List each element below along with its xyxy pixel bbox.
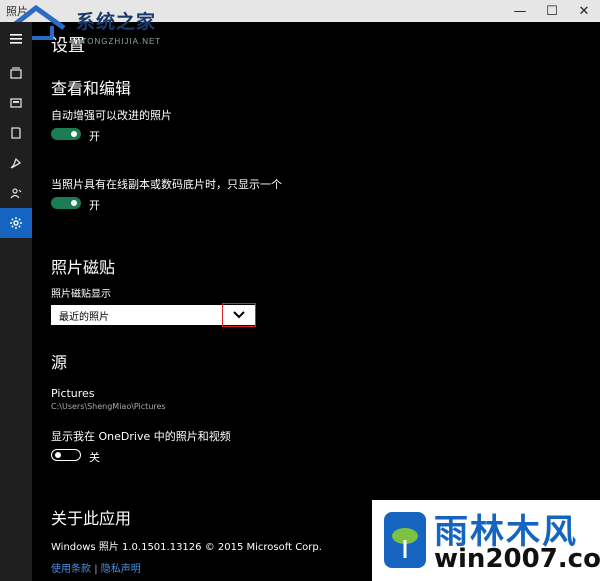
dropdown-button[interactable] (222, 303, 256, 327)
nav-albums[interactable] (0, 88, 32, 118)
watermark-logo-sub: XITONGZHIJIA.NET (72, 37, 162, 46)
nav-settings[interactable] (0, 208, 32, 238)
navigation-rail (0, 22, 32, 581)
tile-display-select[interactable]: 最近的照片 (51, 303, 256, 327)
leaf-logo-icon (384, 512, 426, 568)
version-text: Windows 照片 1.0.1501.13126 © 2015 Microso… (51, 542, 322, 553)
nav-tags[interactable] (0, 148, 32, 178)
source-folder-path: C:\Users\ShengMiao\Pictures (51, 402, 166, 411)
chevron-down-icon (233, 311, 245, 319)
view-edit-heading: 查看和编辑 (51, 79, 132, 98)
onedrive-state: 关 (89, 451, 100, 464)
toggle-knob (55, 452, 61, 458)
maximize-button[interactable]: ☐ (536, 0, 568, 22)
about-links: 使用条款 | 隐私声明 (51, 560, 141, 575)
source-folder-name[interactable]: Pictures (51, 387, 95, 400)
auto-enhance-label: 自动增强可以改进的照片 (51, 109, 172, 122)
tile-heading: 照片磁贴 (51, 258, 116, 277)
page-title: 设置 (51, 36, 85, 56)
auto-enhance-state: 开 (89, 130, 100, 143)
auto-enhance-toggle[interactable] (51, 128, 81, 140)
about-heading: 关于此应用 (51, 509, 132, 528)
nav-collection[interactable] (0, 58, 32, 88)
onedrive-toggle[interactable] (51, 449, 81, 461)
sources-heading: 源 (51, 353, 68, 372)
nav-people[interactable] (0, 178, 32, 208)
menu-button[interactable] (0, 24, 32, 54)
watermark-badge: 雨林木风 win2007.com (372, 500, 600, 581)
linked-dupes-state: 开 (89, 199, 100, 212)
linked-dupes-toggle[interactable] (51, 197, 81, 209)
terms-link[interactable]: 使用条款 (51, 564, 91, 575)
people-icon (10, 188, 22, 199)
tile-display-label: 照片磁贴显示 (51, 289, 111, 300)
folder-icon (11, 127, 21, 139)
privacy-link[interactable]: 隐私声明 (101, 564, 141, 575)
title-bar: 照片 系统之家 XITONGZHIJIA.NET — ☐ ✕ (0, 0, 600, 46)
watermark-url: win2007.com (434, 544, 600, 574)
link-separator: | (94, 564, 98, 575)
window-controls: — ☐ ✕ (504, 0, 600, 22)
collection-icon (10, 67, 22, 79)
close-button[interactable]: ✕ (568, 0, 600, 22)
minimize-button[interactable]: — (504, 0, 536, 22)
onedrive-label: 显示我在 OneDrive 中的照片和视频 (51, 430, 231, 443)
gear-icon (10, 217, 22, 229)
watermark-logo-text: 系统之家 (76, 11, 157, 33)
nav-folders[interactable] (0, 118, 32, 148)
toggle-knob (71, 131, 77, 137)
menu-icon (10, 34, 22, 44)
tag-icon (10, 157, 22, 169)
toggle-knob (71, 200, 77, 206)
linked-dupes-label: 当照片具有在线副本或数码底片时，只显示一个 (51, 178, 282, 191)
album-icon (10, 98, 22, 108)
tile-display-value: 最近的照片 (59, 312, 109, 323)
